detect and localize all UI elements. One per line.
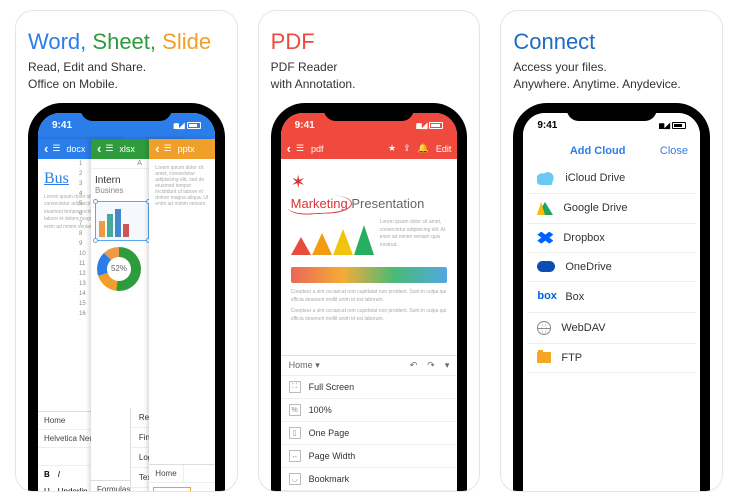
cloud-provider-list: iCloud Drive Google Drive Dropbox OneDri… — [523, 163, 700, 373]
provider-box[interactable]: boxBox — [527, 282, 696, 313]
star-icon[interactable]: ★ — [388, 143, 396, 154]
card1-heading: Word, Sheet, Slide — [28, 29, 225, 55]
fullscreen-icon: ⛶ — [289, 381, 301, 393]
menu-icon[interactable] — [296, 143, 306, 154]
zoom-icon: % — [289, 404, 301, 416]
tab-pptx[interactable]: pptx — [149, 139, 214, 159]
bell-icon[interactable]: 🔔 — [418, 143, 429, 154]
annotation-star-icon — [291, 169, 448, 196]
donut-chart[interactable]: 52% — [97, 247, 141, 291]
edit-button[interactable]: Edit — [436, 144, 452, 154]
row-ruler: 12345678910111213141516 — [79, 159, 86, 319]
modal-header: Add Cloud Close — [523, 139, 700, 163]
provider-google-drive[interactable]: Google Drive — [527, 194, 696, 224]
box-icon: box — [537, 290, 555, 304]
waveform-icon — [291, 267, 448, 283]
phone-frame: 9:41 Add Cloud Close iCloud Drive Google… — [513, 103, 710, 491]
status-time: 9:41 — [295, 120, 315, 131]
fullscreen-button[interactable]: ⛶Full Screen — [281, 376, 458, 399]
battery-icon — [672, 122, 686, 129]
provider-onedrive[interactable]: OneDrive — [527, 253, 696, 282]
panel-pptx: pptx Lorem ipsum dolor sit amet, consect… — [149, 139, 214, 491]
close-menu-button[interactable]: ▾ — [445, 360, 450, 371]
signal-icon — [416, 120, 419, 131]
card2-subtitle: PDF Readerwith Annotation. — [271, 59, 468, 93]
screenshot-pdf: PDF PDF Readerwith Annotation. 9:41 pdf … — [258, 10, 481, 492]
width-icon: ↔ — [289, 450, 301, 462]
screenshot-word-sheet-slide: Word, Sheet, Slide Read, Edit and Share.… — [15, 10, 238, 492]
provider-webdav[interactable]: WebDAV — [527, 313, 696, 344]
phone-frame: 9:41 docx Bus Lorem ipsum dolor sit amet… — [28, 103, 225, 491]
pdf-page[interactable]: Marketing Presentation Lorem ipsum dolor… — [281, 159, 458, 334]
dropbox-icon — [537, 232, 553, 244]
back-icon — [97, 141, 101, 156]
card1-subtitle: Read, Edit and Share.Office on Mobile. — [28, 59, 225, 93]
icloud-icon — [537, 171, 555, 185]
redo-button[interactable]: ↷ — [427, 360, 435, 371]
pdf-toolbar: pdf ★ ⇪ 🔔 Edit — [281, 139, 458, 159]
bar-chart[interactable] — [95, 201, 149, 241]
card3-subtitle: Access your files.Anywhere. Anytime. Any… — [513, 59, 710, 93]
card3-heading: Connect — [513, 29, 710, 55]
back-icon — [44, 141, 48, 156]
close-button[interactable]: Close — [660, 145, 688, 157]
back-icon[interactable] — [287, 141, 291, 156]
status-time: 9:41 — [537, 120, 557, 131]
battery-icon — [429, 122, 443, 129]
bookmark-icon: ◡ — [289, 473, 301, 485]
slide-toolbar: Home — [149, 464, 214, 491]
battery-icon — [187, 122, 201, 129]
pdf-view-menu: Home ▾ ↶↷▾ ⛶Full Screen %100% ▯One Page … — [281, 355, 458, 491]
italic-button[interactable]: I — [58, 470, 60, 479]
home-dropdown[interactable]: Home ▾ — [289, 360, 320, 371]
slide-thumbnail[interactable] — [153, 487, 191, 491]
provider-dropbox[interactable]: Dropbox — [527, 224, 696, 253]
bold-button[interactable]: B — [44, 470, 50, 479]
wifi-icon — [421, 120, 427, 131]
wifi-icon — [664, 120, 670, 131]
onedrive-icon — [537, 261, 555, 272]
screenshot-connect: Connect Access your files.Anywhere. Anyt… — [500, 10, 723, 492]
provider-icloud[interactable]: iCloud Drive — [527, 163, 696, 194]
google-drive-icon — [537, 202, 553, 215]
provider-ftp[interactable]: FTP — [527, 344, 696, 373]
share-icon[interactable]: ⇪ — [403, 143, 411, 154]
menu-icon — [105, 143, 115, 154]
signal-icon — [658, 120, 661, 131]
signal-icon — [173, 120, 176, 131]
menu-icon — [164, 143, 174, 154]
page-icon: ▯ — [289, 427, 301, 439]
status-time: 9:41 — [52, 120, 72, 131]
menu-icon — [52, 143, 62, 154]
file-label: pdf — [311, 144, 324, 154]
card2-heading: PDF — [271, 29, 468, 55]
ftp-icon — [537, 352, 551, 363]
undo-button[interactable]: ↶ — [410, 360, 418, 371]
wifi-icon — [179, 120, 185, 131]
page-width-button[interactable]: ↔Page Width — [281, 445, 458, 468]
phone-frame: 9:41 pdf ★ ⇪ 🔔 Edit Marketing Presentation … — [271, 103, 468, 491]
bookmark-button[interactable]: ◡Bookmark — [281, 468, 458, 491]
back-icon — [155, 141, 159, 156]
tab-home-button[interactable]: Home — [149, 465, 183, 482]
underline-button[interactable]: U — [44, 487, 50, 491]
zoom-100-button[interactable]: %100% — [281, 399, 458, 422]
triangle-chart-icon — [291, 225, 374, 255]
webdav-icon — [537, 321, 551, 335]
add-cloud-title: Add Cloud — [570, 145, 626, 157]
one-page-button[interactable]: ▯One Page — [281, 422, 458, 445]
pdf-title: Marketing Presentation — [291, 194, 448, 214]
